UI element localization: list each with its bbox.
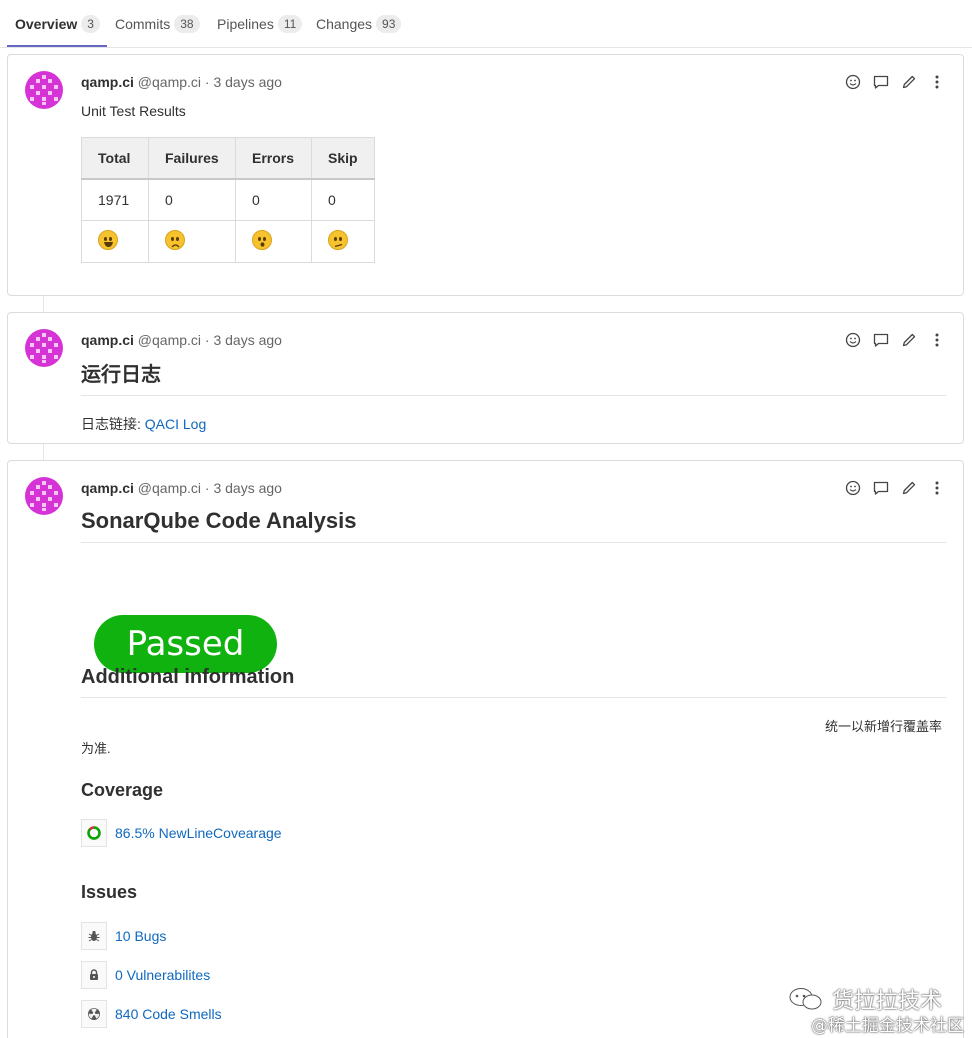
info-text-line2: 为准. bbox=[81, 741, 111, 756]
note-body: Unit Test Results Total Failures Errors … bbox=[81, 103, 946, 283]
bug-icon bbox=[81, 922, 107, 950]
coverage-metric: 86.5% NewLineCovearage bbox=[81, 819, 282, 847]
more-vertical-icon[interactable] bbox=[929, 480, 945, 496]
note-header: qamp.ci @qamp.ci · 3 days ago bbox=[81, 74, 282, 90]
note-actions bbox=[845, 74, 945, 90]
note-actions bbox=[845, 480, 945, 496]
tab-overview-count: 3 bbox=[81, 15, 100, 33]
table-cell: 0 bbox=[311, 178, 375, 221]
note-run-log: qamp.ci @qamp.ci · 3 days ago 运行日志 日志链接:… bbox=[7, 312, 964, 444]
note-body: SonarQube Code Analysis Passed Additiona… bbox=[81, 508, 946, 1038]
author-username[interactable]: @qamp.ci bbox=[138, 480, 201, 496]
tab-changes[interactable]: Changes 93 bbox=[316, 0, 402, 48]
issue-item-vulnerabilities: 0 Vulnerabilites bbox=[81, 961, 210, 989]
author-name[interactable]: qamp.ci bbox=[81, 332, 134, 348]
note-unit-test-results: qamp.ci @qamp.ci · 3 days ago Unit Test … bbox=[7, 54, 964, 296]
table-cell bbox=[235, 220, 312, 263]
issues-heading: Issues bbox=[81, 882, 138, 902]
table-header: Failures bbox=[148, 137, 236, 180]
unit-test-title: Unit Test Results bbox=[81, 103, 186, 119]
timeline-connector bbox=[43, 296, 44, 312]
qaci-log-link[interactable]: QACI Log bbox=[145, 416, 206, 432]
table-header: Errors bbox=[235, 137, 312, 180]
tab-pipelines[interactable]: Pipelines 11 bbox=[217, 0, 303, 48]
note-timestamp[interactable]: · 3 days ago bbox=[205, 332, 282, 348]
code-smells-link[interactable]: 840 Code Smells bbox=[115, 1006, 222, 1022]
table-cell: 0 bbox=[235, 178, 312, 221]
coverage-donut-icon bbox=[81, 819, 107, 847]
table-row bbox=[81, 220, 375, 263]
additional-info-heading: Additional information bbox=[81, 666, 946, 698]
author-username[interactable]: @qamp.ci bbox=[138, 74, 201, 90]
tab-pipelines-label: Pipelines bbox=[217, 16, 274, 32]
log-line: 日志链接: QACI Log bbox=[81, 414, 946, 434]
timeline-connector bbox=[43, 444, 44, 460]
grinning-face-icon bbox=[98, 230, 118, 250]
note-body: 运行日志 日志链接: QACI Log bbox=[81, 358, 946, 434]
more-vertical-icon[interactable] bbox=[929, 74, 945, 90]
unit-test-table: Total Failures Errors Skip 1971 0 0 0 bbox=[81, 137, 375, 263]
watermark-line2: @稀土掘金技术社区 bbox=[811, 1016, 964, 1036]
coverage-heading: Coverage bbox=[81, 780, 164, 800]
vulnerabilities-link[interactable]: 0 Vulnerabilites bbox=[115, 967, 210, 983]
quality-gate-status-badge: Passed bbox=[94, 615, 277, 673]
active-tab-indicator bbox=[7, 45, 107, 47]
author-name[interactable]: qamp.ci bbox=[81, 480, 134, 496]
comment-icon[interactable] bbox=[873, 480, 889, 496]
note-actions bbox=[845, 332, 945, 348]
author-name[interactable]: qamp.ci bbox=[81, 74, 134, 90]
wechat-icon bbox=[789, 988, 822, 1010]
issue-item-bugs: 10 Bugs bbox=[81, 922, 166, 950]
pencil-icon[interactable] bbox=[901, 480, 917, 496]
tab-overview-label: Overview bbox=[15, 16, 78, 32]
coverage-link[interactable]: 86.5% NewLineCovearage bbox=[115, 825, 282, 841]
tab-commits-label: Commits bbox=[115, 16, 171, 32]
smiley-icon[interactable] bbox=[845, 332, 861, 348]
note-timestamp[interactable]: · 3 days ago bbox=[205, 480, 282, 496]
lock-icon bbox=[81, 961, 107, 989]
log-label: 日志链接: bbox=[81, 416, 145, 432]
avatar[interactable] bbox=[25, 477, 63, 515]
note-timestamp[interactable]: · 3 days ago bbox=[205, 74, 282, 90]
table-header: Total bbox=[81, 137, 149, 180]
table-header: Skip bbox=[311, 137, 375, 180]
avatar[interactable] bbox=[25, 329, 63, 367]
table-cell bbox=[81, 220, 149, 263]
comment-icon[interactable] bbox=[873, 74, 889, 90]
open-mouth-face-icon bbox=[252, 230, 272, 250]
table-cell bbox=[148, 220, 236, 263]
slightly-frowning-face-icon bbox=[165, 230, 185, 250]
pencil-icon[interactable] bbox=[901, 332, 917, 348]
tab-pipelines-count: 11 bbox=[277, 15, 303, 33]
radiation-icon bbox=[81, 1000, 107, 1028]
author-username[interactable]: @qamp.ci bbox=[138, 332, 201, 348]
tab-commits[interactable]: Commits 38 bbox=[115, 0, 200, 48]
avatar[interactable] bbox=[25, 71, 63, 109]
table-row: 1971 0 0 0 bbox=[81, 178, 375, 221]
tab-commits-count: 38 bbox=[174, 15, 200, 33]
table-cell bbox=[311, 220, 375, 263]
smiley-icon[interactable] bbox=[845, 74, 861, 90]
tab-changes-count: 93 bbox=[376, 15, 402, 33]
bugs-link[interactable]: 10 Bugs bbox=[115, 928, 166, 944]
note-sonarqube: qamp.ci @qamp.ci · 3 days ago SonarQube … bbox=[7, 460, 964, 1038]
run-log-heading: 运行日志 bbox=[81, 358, 946, 396]
smiley-icon[interactable] bbox=[845, 480, 861, 496]
tab-overview[interactable]: Overview 3 bbox=[15, 0, 100, 48]
merge-request-tabs: Overview 3 Commits 38 Pipelines 11 Chang… bbox=[0, 0, 972, 48]
note-header: qamp.ci @qamp.ci · 3 days ago bbox=[81, 332, 282, 348]
pencil-icon[interactable] bbox=[901, 74, 917, 90]
table-cell: 1971 bbox=[81, 178, 149, 221]
comment-icon[interactable] bbox=[873, 332, 889, 348]
info-text-line1: 统一以新增行覆盖率 bbox=[824, 719, 942, 734]
more-vertical-icon[interactable] bbox=[929, 332, 945, 348]
issue-item-code-smells: 840 Code Smells bbox=[81, 1000, 222, 1028]
confused-face-icon bbox=[328, 230, 348, 250]
sonarqube-heading: SonarQube Code Analysis bbox=[81, 508, 946, 543]
table-header-row: Total Failures Errors Skip bbox=[81, 137, 375, 180]
tab-changes-label: Changes bbox=[316, 16, 373, 32]
note-header: qamp.ci @qamp.ci · 3 days ago bbox=[81, 480, 282, 496]
table-cell: 0 bbox=[148, 178, 236, 221]
